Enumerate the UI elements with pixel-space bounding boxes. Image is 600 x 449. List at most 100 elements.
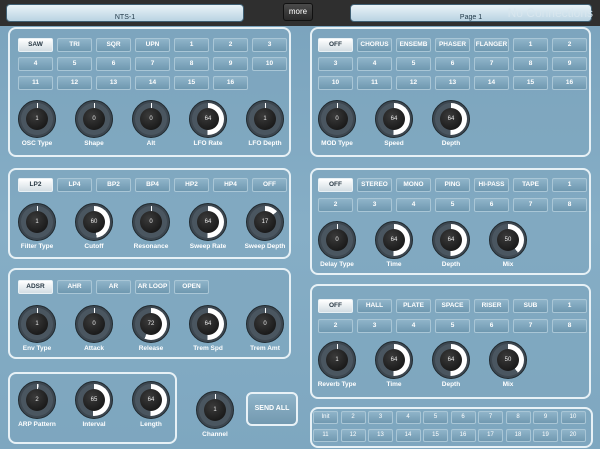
osc-option-button[interactable]: 2 — [213, 38, 248, 52]
mod-option-button[interactable]: 5 — [396, 57, 431, 71]
mod-option-button[interactable]: 11 — [357, 76, 392, 90]
rotary-knob[interactable]: 0 — [318, 100, 356, 138]
rotary-knob[interactable]: 64 — [132, 381, 170, 419]
reverb-option-button[interactable]: RISER — [474, 299, 509, 313]
osc-option-button[interactable]: 10 — [252, 57, 287, 71]
osc-option-button[interactable]: 5 — [57, 57, 92, 71]
osc-option-button[interactable]: 13 — [96, 76, 131, 90]
env-option-button[interactable]: AHR — [57, 280, 92, 294]
reverb-option-button[interactable]: SUB — [513, 299, 548, 313]
mod-option-button[interactable]: 12 — [396, 76, 431, 90]
reverb-option-button[interactable]: 6 — [474, 319, 509, 333]
mod-option-button[interactable]: 15 — [513, 76, 548, 90]
osc-option-button[interactable]: 14 — [135, 76, 170, 90]
osc-option-button[interactable]: 1 — [174, 38, 209, 52]
delay-option-button[interactable]: 2 — [318, 198, 353, 212]
reverb-option-button[interactable]: 7 — [513, 319, 548, 333]
osc-option-button[interactable]: 12 — [57, 76, 92, 90]
preset-button[interactable]: 6 — [450, 411, 476, 424]
mod-option-button[interactable]: 1 — [513, 38, 548, 52]
osc-option-button[interactable]: 16 — [213, 76, 248, 90]
filter-option-button[interactable]: LP4 — [57, 178, 92, 192]
mod-option-button[interactable]: 4 — [357, 57, 392, 71]
send-all-button[interactable]: SEND ALL — [246, 392, 298, 426]
rotary-knob[interactable]: 1 — [18, 100, 56, 138]
osc-option-button[interactable]: 7 — [135, 57, 170, 71]
preset-button[interactable]: 5 — [423, 411, 448, 424]
preset-button[interactable]: 14 — [395, 429, 421, 442]
rotary-knob[interactable]: 1 — [318, 341, 356, 379]
rotary-knob[interactable]: 64 — [375, 221, 413, 259]
env-option-button[interactable]: OPEN — [174, 280, 209, 294]
delay-option-button[interactable]: 7 — [513, 198, 548, 212]
rotary-knob[interactable]: 0 — [75, 100, 113, 138]
preset-button[interactable]: 19 — [533, 429, 558, 442]
osc-option-button[interactable]: 8 — [174, 57, 209, 71]
mod-option-button[interactable]: CHORUS — [357, 38, 392, 52]
delay-option-button[interactable]: 3 — [357, 198, 392, 212]
rotary-knob[interactable]: 2 — [18, 381, 56, 419]
reverb-option-button[interactable]: SPACE — [435, 299, 470, 313]
delay-option-button[interactable]: 8 — [552, 198, 587, 212]
reverb-option-button[interactable]: OFF — [318, 299, 353, 313]
reverb-option-button[interactable]: HALL — [357, 299, 392, 313]
preset-button[interactable]: 13 — [368, 429, 393, 442]
rotary-knob[interactable]: 64 — [432, 100, 470, 138]
reverb-option-button[interactable]: 2 — [318, 319, 353, 333]
more-button[interactable]: more — [283, 3, 313, 21]
preset-button[interactable]: 9 — [533, 411, 558, 424]
preset-button[interactable]: 12 — [340, 429, 366, 442]
osc-option-button[interactable]: TRI — [57, 38, 92, 52]
reverb-option-button[interactable]: 3 — [357, 319, 392, 333]
rotary-knob[interactable]: 50 — [489, 341, 527, 379]
reverb-option-button[interactable]: 1 — [552, 299, 587, 313]
osc-option-button[interactable]: 3 — [252, 38, 287, 52]
rotary-knob[interactable]: 64 — [189, 203, 227, 241]
mod-option-button[interactable]: 10 — [318, 76, 353, 90]
filter-option-button[interactable]: HP2 — [174, 178, 209, 192]
delay-option-button[interactable]: 5 — [435, 198, 470, 212]
preset-button[interactable]: 10 — [560, 411, 586, 424]
delay-option-button[interactable]: TAPE — [513, 178, 548, 192]
osc-option-button[interactable]: SQR — [96, 38, 131, 52]
rotary-knob[interactable]: 64 — [189, 305, 227, 343]
osc-option-button[interactable]: 15 — [174, 76, 209, 90]
rotary-knob[interactable]: 64 — [432, 221, 470, 259]
filter-option-button[interactable]: BP2 — [96, 178, 131, 192]
mod-option-button[interactable]: 7 — [474, 57, 509, 71]
preset-button[interactable]: 11 — [313, 429, 338, 442]
mod-option-button[interactable]: 2 — [552, 38, 587, 52]
mod-option-button[interactable]: PHASER — [435, 38, 470, 52]
env-option-button[interactable]: AR LOOP — [135, 280, 170, 294]
env-option-button[interactable]: AR — [96, 280, 131, 294]
preset-button[interactable]: 7 — [478, 411, 503, 424]
rotary-knob[interactable]: 64 — [375, 100, 413, 138]
rotary-knob[interactable]: 0 — [75, 305, 113, 343]
delay-option-button[interactable]: OFF — [318, 178, 353, 192]
rotary-knob[interactable]: 0 — [246, 305, 284, 343]
reverb-option-button[interactable]: 5 — [435, 319, 470, 333]
rotary-knob[interactable]: 0 — [318, 221, 356, 259]
rotary-knob[interactable]: 1 — [196, 391, 234, 429]
osc-option-button[interactable]: 6 — [96, 57, 131, 71]
mod-option-button[interactable]: 9 — [552, 57, 587, 71]
delay-option-button[interactable]: 6 — [474, 198, 509, 212]
preset-button[interactable]: 8 — [505, 411, 531, 424]
delay-option-button[interactable]: HI-PASS — [474, 178, 509, 192]
preset-button[interactable]: 16 — [450, 429, 476, 442]
osc-option-button[interactable]: UPN — [135, 38, 170, 52]
rotary-knob[interactable]: 64 — [189, 100, 227, 138]
filter-option-button[interactable]: LP2 — [18, 178, 53, 192]
preset-button[interactable]: 2 — [340, 411, 366, 424]
preset-button[interactable]: 4 — [395, 411, 421, 424]
preset-button[interactable]: 18 — [505, 429, 531, 442]
rotary-knob[interactable]: 65 — [75, 381, 113, 419]
mod-option-button[interactable]: ENSEMB — [396, 38, 431, 52]
rotary-knob[interactable]: 1 — [246, 100, 284, 138]
rotary-knob[interactable]: 17 — [246, 203, 284, 241]
reverb-option-button[interactable]: 8 — [552, 319, 587, 333]
preset-button[interactable]: 15 — [423, 429, 448, 442]
rotary-knob[interactable]: 0 — [132, 203, 170, 241]
rotary-knob[interactable]: 50 — [489, 221, 527, 259]
reverb-option-button[interactable]: PLATE — [396, 299, 431, 313]
